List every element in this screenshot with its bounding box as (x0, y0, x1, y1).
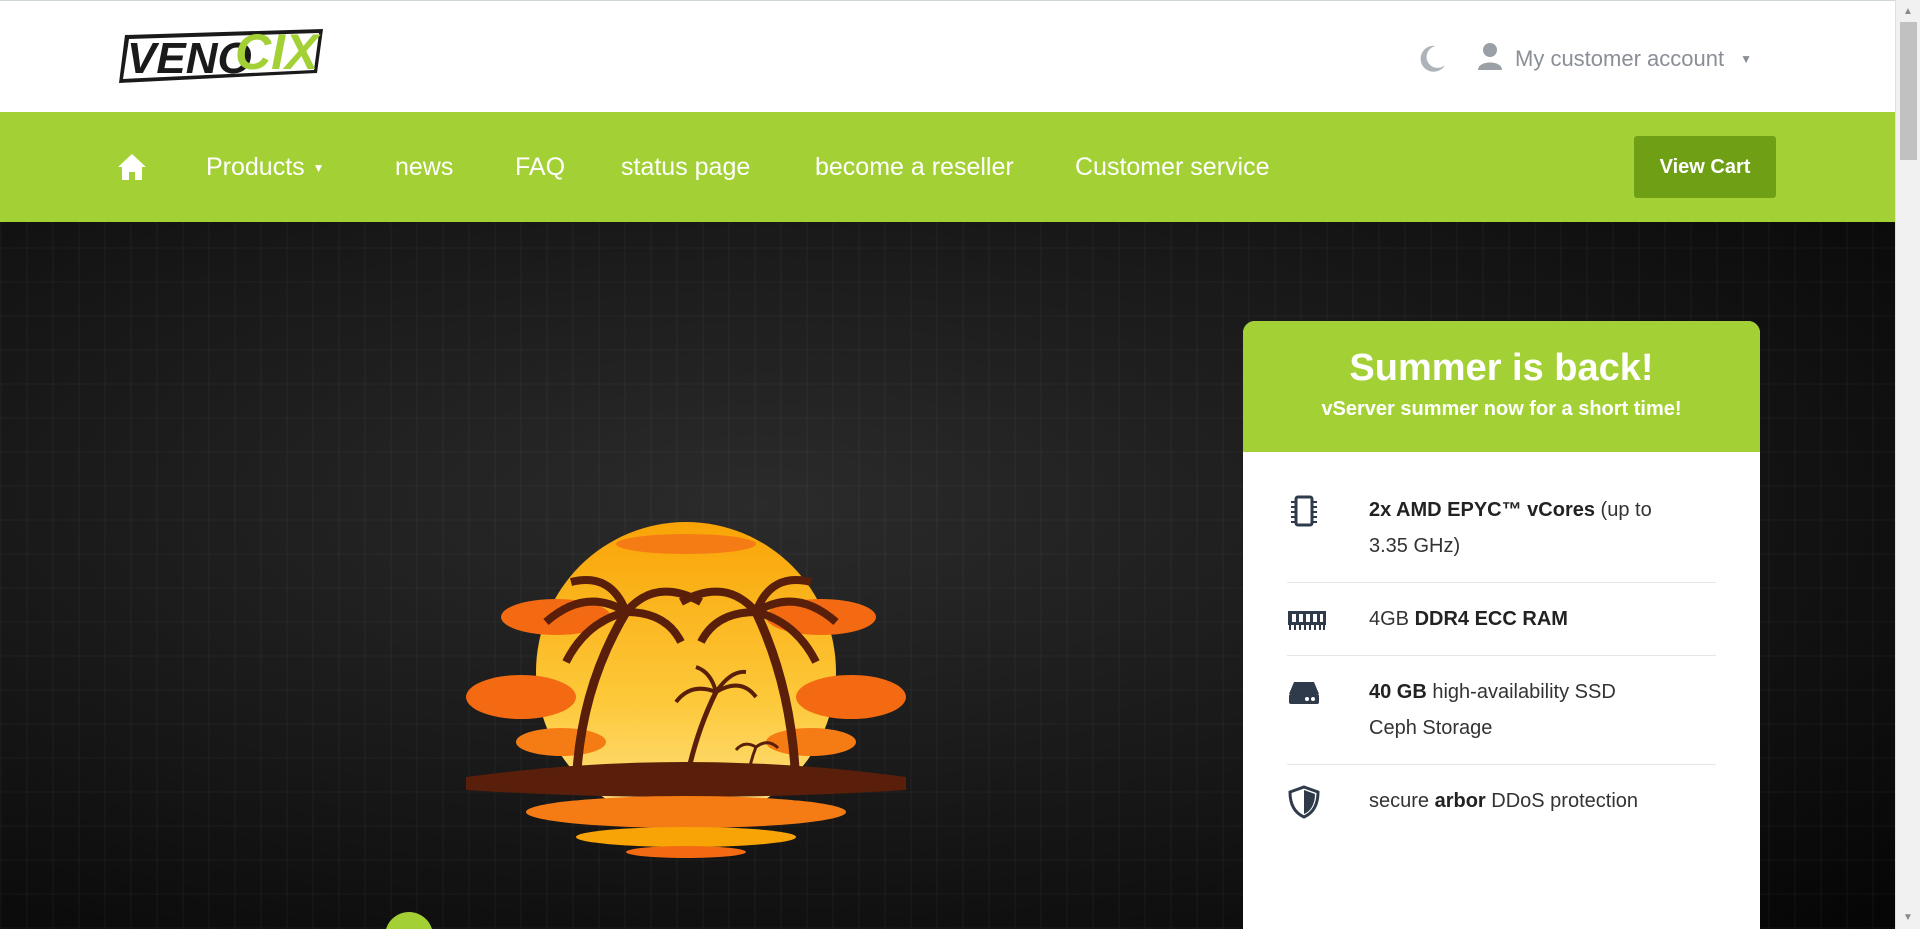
scrollbar-thumb[interactable] (1900, 22, 1917, 160)
venocix-logo[interactable]: VENO CIX (117, 25, 323, 87)
cpu-chip-icon (1287, 494, 1321, 528)
scroll-up-arrow-icon[interactable]: ▲ (1903, 6, 1913, 17)
promo-card: Summer is back! vServer summer now for a… (1243, 321, 1760, 929)
ram-memory-icon (1287, 603, 1326, 637)
moon-icon[interactable] (1416, 43, 1448, 75)
scroll-down-arrow-icon[interactable]: ▼ (1903, 912, 1913, 923)
promo-subtitle: vServer summer now for a short time! (1321, 398, 1682, 420)
feature-cpu-bold: 2x AMD EPYC™ vCores (1369, 499, 1595, 521)
nav-faq[interactable]: FAQ (515, 150, 565, 184)
feature-ram-text: 4GB DDR4 ECC RAM (1369, 601, 1669, 637)
nav-news[interactable]: news (395, 150, 453, 184)
nav-become-reseller[interactable]: become a reseller (815, 150, 1014, 184)
summer-island-illustration (466, 492, 906, 862)
user-icon (1477, 41, 1503, 77)
nav-status-page[interactable]: status page (621, 150, 750, 184)
feature-storage-text: 40 GB high-availability SSD Ceph Storage (1369, 674, 1669, 746)
feature-ddos-rest: DDoS protection (1485, 790, 1639, 812)
feature-storage-bold: 40 GB (1369, 681, 1427, 703)
hard-drive-icon (1287, 676, 1321, 710)
customer-account-menu[interactable]: My customer account ▼ (1477, 41, 1752, 77)
feature-ddos-lead: secure (1369, 790, 1435, 812)
feature-list: 2x AMD EPYC™ vCores (up to 3.35 GHz) 4GB… (1287, 474, 1716, 837)
chevron-down-icon: ▼ (312, 161, 325, 176)
feature-ddos-bold: arbor (1434, 790, 1486, 812)
logo-text-dark: VENO (127, 34, 252, 83)
account-label: My customer account (1515, 46, 1725, 71)
feature-ram-bold: DDR4 ECC RAM (1414, 608, 1568, 630)
carousel-indicator[interactable] (385, 912, 433, 929)
chevron-down-icon: ▼ (1740, 52, 1752, 66)
feature-ddos-text: secure arbor DDoS protection (1369, 783, 1669, 819)
promo-card-header: Summer is back! vServer summer now for a… (1243, 321, 1760, 452)
logo-text-green: CIX (235, 25, 321, 80)
feature-cpu-text: 2x AMD EPYC™ vCores (up to 3.35 GHz) (1369, 492, 1669, 564)
feature-ddos: secure arbor DDoS protection (1287, 765, 1716, 837)
nav-products-label: Products (206, 153, 305, 181)
feature-storage: 40 GB high-availability SSD Ceph Storage (1287, 656, 1716, 765)
home-icon[interactable] (117, 152, 147, 182)
feature-cpu: 2x AMD EPYC™ vCores (up to 3.35 GHz) (1287, 474, 1716, 583)
view-cart-button[interactable]: View Cart (1634, 136, 1776, 198)
main-navigation: Products ▼ news FAQ status page become a … (0, 112, 1895, 222)
shield-icon (1287, 785, 1321, 819)
nav-products[interactable]: Products ▼ (206, 150, 325, 184)
promo-title: Summer is back! (1349, 347, 1654, 389)
site-header: VENO CIX My customer account ▼ (0, 0, 1895, 113)
vertical-scrollbar[interactable]: ▲ ▼ (1895, 0, 1920, 929)
feature-ram: 4GB DDR4 ECC RAM (1287, 583, 1716, 656)
hero-section: Summer is back! vServer summer now for a… (0, 222, 1895, 929)
nav-customer-service[interactable]: Customer service (1075, 150, 1270, 184)
feature-ram-lead: 4GB (1369, 608, 1415, 630)
